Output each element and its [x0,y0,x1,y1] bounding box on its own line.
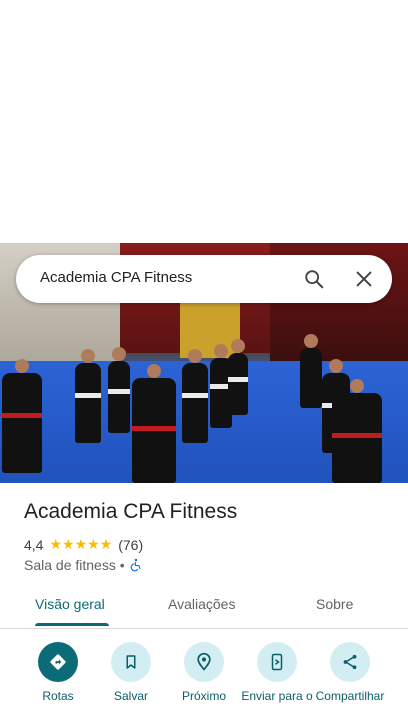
share-label: Compartilhar [315,690,385,703]
share-button[interactable]: Compartilhar [310,642,390,716]
photo-wall-yellow [180,303,240,358]
place-title: Academia CPA Fitness [24,500,238,523]
nearby-button[interactable]: Próximo [164,642,244,703]
rating-row[interactable]: 4,4 ★★★★★ (76) [24,536,143,553]
photo-person [300,334,322,408]
share-label-wrap: Compartilhar [310,690,390,716]
photo-person [2,359,42,473]
wheelchair-accessible-icon [129,558,143,572]
send-to-phone-icon [257,642,297,682]
rating-value: 4,4 [24,536,44,553]
tab-reviews[interactable]: Avaliações [168,596,235,612]
tab-indicator [35,623,109,626]
photo-person [332,379,382,483]
photo-person [132,364,176,483]
tab-overview[interactable]: Visão geral [35,596,105,612]
photo-person [228,339,248,415]
star-rating-icon: ★★★★★ [49,536,113,552]
send-label-wrap: Enviar para o [237,690,317,716]
tab-bar: Visão geral Avaliações Sobre [0,585,408,629]
category-row: Sala de fitness • [24,557,143,573]
route-label: Rotas [42,689,74,703]
photo-person [108,347,130,433]
map-area-blank [0,0,408,243]
search-icon[interactable] [303,268,325,290]
search-query[interactable]: Academia CPA Fitness [40,269,192,286]
review-count: (76) [118,536,144,553]
nearby-pin-icon [184,642,224,682]
close-icon[interactable] [353,268,375,290]
send-to-phone-button[interactable]: Enviar para o [237,642,317,716]
tab-about[interactable]: Sobre [316,596,353,612]
bookmark-icon [111,642,151,682]
directions-icon [38,642,78,682]
save-button[interactable]: Salvar [91,642,171,703]
send-label: Enviar para o [241,690,313,703]
share-icon [330,642,370,682]
route-button[interactable]: Rotas [18,642,98,703]
place-category: Sala de fitness • [24,557,125,573]
nearby-label: Próximo [181,689,226,703]
photo-person [75,349,101,443]
search-bar[interactable]: Academia CPA Fitness [16,255,392,303]
photo-person [182,349,208,443]
save-label: Salvar [113,689,148,703]
